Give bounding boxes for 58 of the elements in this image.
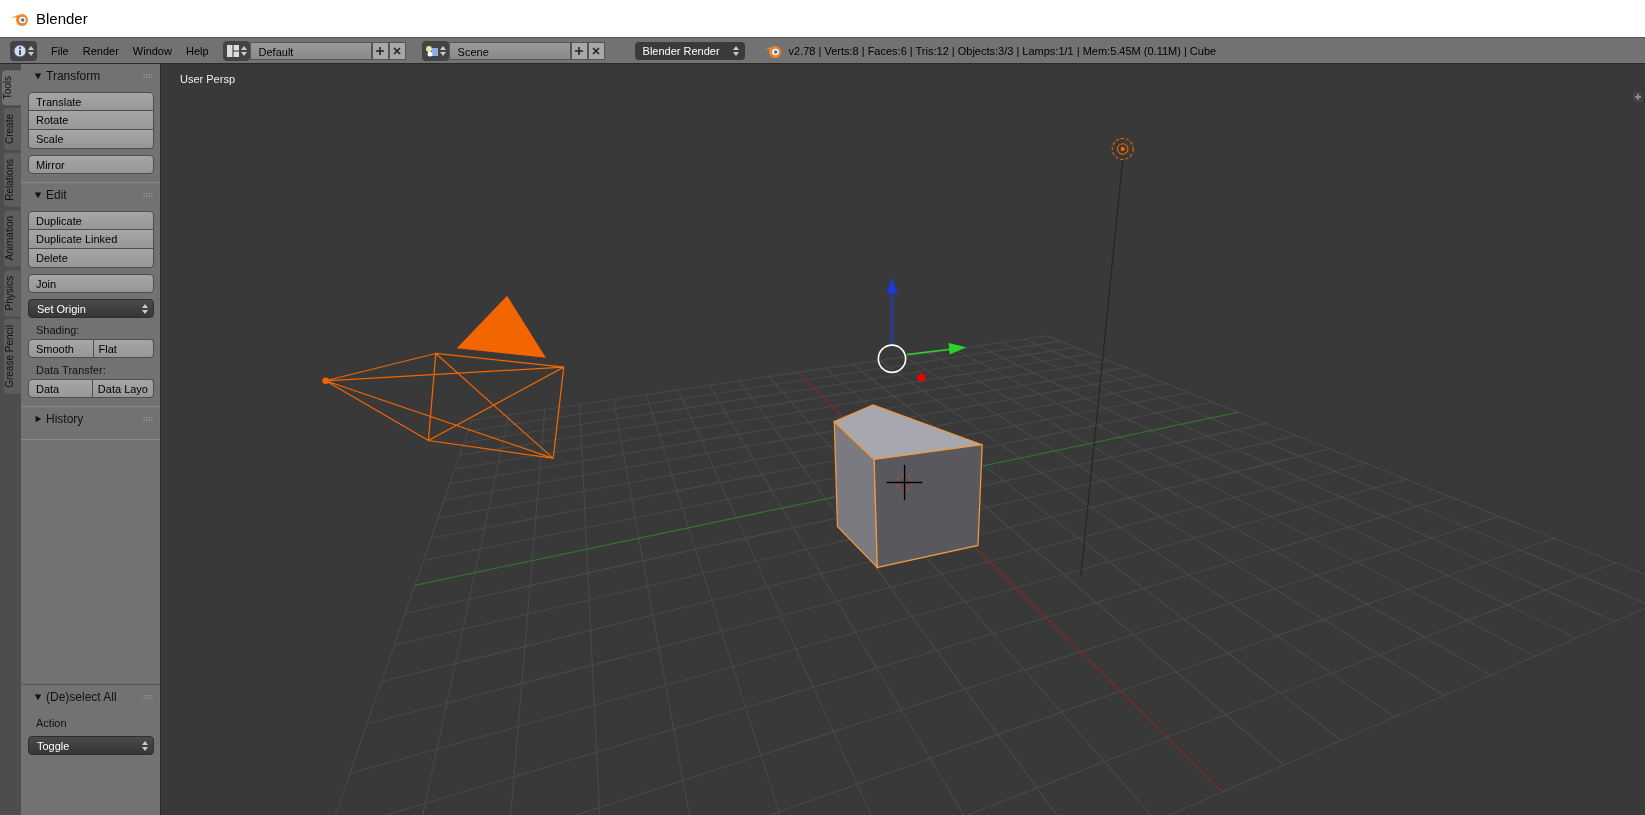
panel-title[interactable]: History	[46, 412, 139, 426]
up-down-arrows-icon	[142, 303, 148, 314]
tool-button[interactable]: Delete	[28, 249, 154, 268]
tool-button[interactable]: Duplicate Linked	[28, 230, 154, 249]
add-icon[interactable]	[371, 41, 389, 60]
scene-button[interactable]	[421, 40, 449, 61]
dropdown-menu[interactable]: Set Origin	[28, 299, 154, 318]
drag-handle-icon[interactable]	[143, 416, 154, 422]
drag-handle-icon[interactable]	[143, 694, 154, 700]
layout-name-field[interactable]: Default	[249, 41, 372, 60]
up-down-arrows-icon	[732, 45, 739, 56]
menu-item[interactable]: Window	[132, 44, 172, 57]
section-label: Data Transfer:	[35, 364, 107, 376]
tool-button[interactable]: Data Layo	[92, 379, 154, 398]
disclosure-triangle-icon[interactable]	[34, 191, 42, 199]
dropdown-menu[interactable]: Toggle	[28, 736, 154, 755]
tool-button[interactable]: Smooth	[28, 339, 94, 358]
close-icon[interactable]	[388, 41, 406, 60]
layout-icon	[225, 43, 240, 58]
up-down-arrows-icon	[240, 45, 247, 56]
disclosure-triangle-icon[interactable]	[34, 693, 42, 701]
scene-statistics: v2.78 | Verts:8 | Faces:6 | Tris:12 | Objects:3/3 | Lamps:1/1 | Mem:5.45M (0.11M) | Cube	[788, 44, 1217, 57]
up-down-arrows-icon	[142, 740, 148, 751]
menu-item[interactable]: Help	[185, 44, 209, 57]
tool-button[interactable]: Scale	[28, 130, 154, 149]
render-engine-dropdown[interactable]: Blender Render	[634, 41, 745, 60]
disclosure-triangle-icon[interactable]	[34, 72, 42, 80]
editor-type-button[interactable]	[10, 40, 37, 61]
tool-tab[interactable]: Tools	[2, 70, 21, 106]
tool-button[interactable]: Mirror	[28, 155, 154, 174]
tool-button[interactable]: Flat	[93, 339, 154, 358]
panel-title[interactable]: Transform	[46, 69, 139, 83]
up-down-arrows-icon	[439, 45, 446, 56]
field-label: Action	[35, 717, 68, 729]
menu-item[interactable]: File	[51, 44, 69, 57]
tool-button[interactable]: Translate	[28, 92, 154, 111]
tool-button[interactable]: Duplicate	[28, 211, 154, 230]
drag-handle-icon[interactable]	[143, 192, 154, 198]
disclosure-triangle-icon[interactable]	[34, 415, 42, 423]
add-icon[interactable]	[570, 41, 588, 60]
screen-layout-button[interactable]	[222, 40, 250, 61]
add-icon[interactable]	[1633, 92, 1643, 102]
info-icon	[13, 43, 27, 58]
view-label: User Persp	[180, 73, 236, 85]
window-title: Blender	[36, 10, 88, 27]
menu-item[interactable]: Render	[82, 44, 119, 57]
section-label: Shading:	[35, 324, 81, 336]
close-icon[interactable]	[587, 41, 605, 60]
scene-name-field[interactable]: Scene	[448, 41, 571, 60]
tool-button[interactable]: Data	[28, 379, 93, 398]
tool-button[interactable]: Join	[28, 274, 154, 293]
tool-button[interactable]: Rotate	[28, 111, 154, 130]
cursor-3d-icon	[886, 464, 924, 501]
up-down-arrows-icon	[28, 45, 34, 56]
scene-icon	[424, 43, 439, 58]
panel-title[interactable]: (De)select All	[46, 690, 139, 704]
panel-title[interactable]: Edit	[46, 188, 139, 202]
drag-handle-icon[interactable]	[143, 73, 154, 79]
